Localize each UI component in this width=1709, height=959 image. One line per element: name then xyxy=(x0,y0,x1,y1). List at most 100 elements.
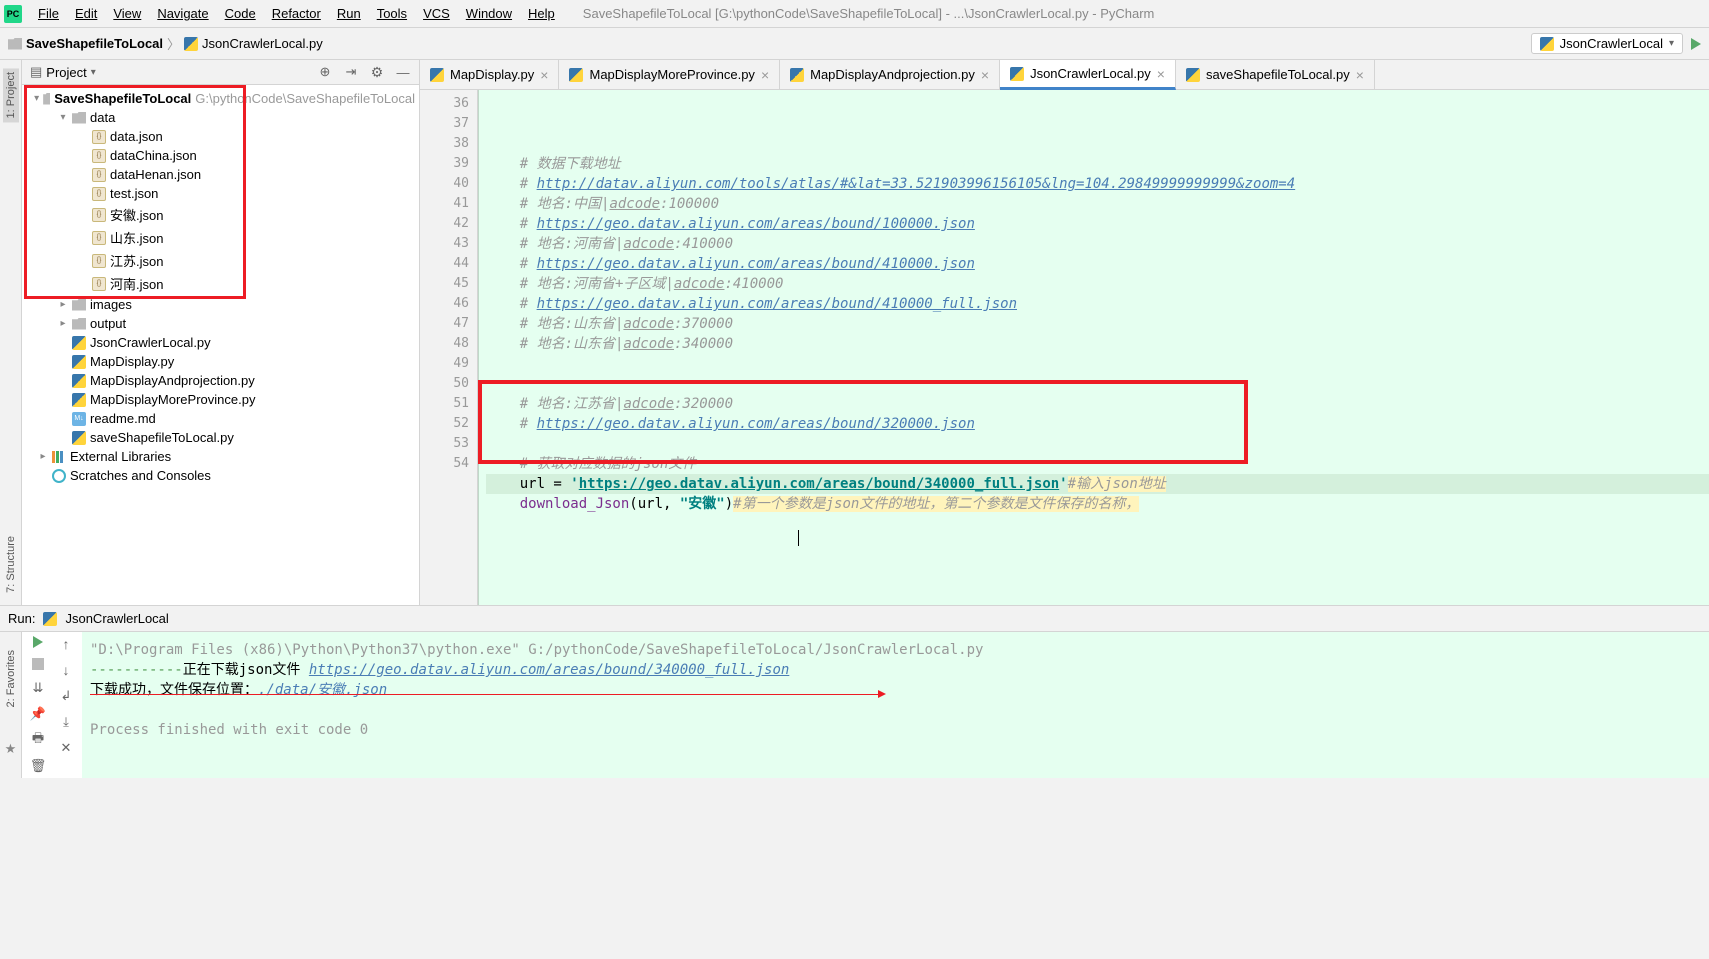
menu-file[interactable]: File xyxy=(30,2,67,25)
menu-edit[interactable]: Edit xyxy=(67,2,105,25)
arrow-down-icon[interactable]: ↓ xyxy=(63,662,70,678)
layout-icon[interactable]: ⇊ xyxy=(30,680,46,696)
code-line[interactable]: download_Json(url, "安徽")#第一个参数是json文件的地址… xyxy=(486,494,1709,514)
tree-item[interactable]: {}test.json xyxy=(22,184,419,203)
tree-item[interactable]: ▾data xyxy=(22,108,419,127)
run-output[interactable]: "D:\Program Files (x86)\Python\Python37\… xyxy=(82,632,1709,778)
menu-help[interactable]: Help xyxy=(520,2,563,25)
code-line[interactable]: # 地名:河南省+子区域|adcode:410000 xyxy=(486,274,1709,294)
editor-tab[interactable]: JsonCrawlerLocal.py× xyxy=(1000,60,1176,90)
arrow-up-icon[interactable]: ↑ xyxy=(63,636,70,652)
code-line[interactable]: # https://geo.datav.aliyun.com/areas/bou… xyxy=(486,414,1709,434)
code-line[interactable]: url = 'https://geo.datav.aliyun.com/area… xyxy=(486,474,1709,494)
code-line[interactable]: # 获取对应数据的json文件 xyxy=(486,454,1709,474)
code-line[interactable] xyxy=(486,514,1709,534)
window-title: SaveShapefileToLocal [G:\pythonCode\Save… xyxy=(583,6,1155,21)
code-line[interactable]: # 地名:中国|adcode:100000 xyxy=(486,194,1709,214)
editor-tab[interactable]: MapDisplay.py× xyxy=(420,60,559,89)
pin-icon[interactable]: 📌 xyxy=(30,706,46,722)
menu-code[interactable]: Code xyxy=(217,2,264,25)
chevron-right-icon[interactable]: ▸ xyxy=(58,299,68,310)
tree-item[interactable]: ▸images xyxy=(22,295,419,314)
menu-view[interactable]: View xyxy=(105,2,149,25)
project-title[interactable]: ▤ Project ▾ xyxy=(30,64,96,80)
tree-item[interactable]: MapDisplay.py xyxy=(22,352,419,371)
close-icon[interactable]: × xyxy=(761,67,769,83)
code-line[interactable]: # http://datav.aliyun.com/tools/atlas/#&… xyxy=(486,174,1709,194)
tree-scratches[interactable]: Scratches and Consoles xyxy=(22,466,419,485)
breadcrumb-project[interactable]: SaveShapefileToLocal xyxy=(8,36,163,51)
sidebar-tab-structure[interactable]: 7: Structure xyxy=(3,532,19,597)
tree-item[interactable]: MapDisplayMoreProvince.py xyxy=(22,390,419,409)
sidebar-tab-project[interactable]: 1: Project xyxy=(3,68,19,122)
tree-item[interactable]: M↓readme.md xyxy=(22,409,419,428)
tree-item[interactable]: {}河南.json xyxy=(22,272,419,295)
editor-tab[interactable]: MapDisplayMoreProvince.py× xyxy=(559,60,780,89)
output-success: 下载成功，文件保存位置： xyxy=(90,682,258,698)
tree-item[interactable]: JsonCrawlerLocal.py xyxy=(22,333,419,352)
play-icon[interactable] xyxy=(1691,38,1701,50)
chevron-right-icon[interactable]: ▸ xyxy=(58,318,68,329)
stop-icon[interactable] xyxy=(32,658,44,670)
menu-run[interactable]: Run xyxy=(329,2,369,25)
code-editor[interactable]: 36373839404142434445464748495051525354 #… xyxy=(420,90,1709,605)
tree-item[interactable]: {}山东.json xyxy=(22,226,419,249)
code-line[interactable]: # 地名:河南省|adcode:410000 xyxy=(486,234,1709,254)
close-icon[interactable]: × xyxy=(1157,66,1165,82)
close-icon[interactable]: × xyxy=(1356,67,1364,83)
code-line[interactable] xyxy=(486,434,1709,454)
close-icon[interactable]: × xyxy=(540,67,548,83)
print-icon[interactable]: 🖶 xyxy=(30,732,46,748)
scroll-icon[interactable]: ⤓ xyxy=(58,714,74,730)
tree-root[interactable]: ▾ SaveShapefileToLocal G:\pythonCode\Sav… xyxy=(22,89,419,108)
collapse-icon[interactable]: ⇥ xyxy=(343,64,359,80)
python-icon xyxy=(43,612,57,626)
close-icon[interactable]: × xyxy=(981,67,989,83)
editor-tab[interactable]: MapDisplayAndprojection.py× xyxy=(780,60,1000,89)
json-icon: {} xyxy=(92,149,106,163)
tree-item[interactable]: ▸output xyxy=(22,314,419,333)
code-line[interactable]: # https://geo.datav.aliyun.com/areas/bou… xyxy=(486,214,1709,234)
chevron-right-icon[interactable]: ▸ xyxy=(38,451,48,462)
code-line[interactable] xyxy=(486,354,1709,374)
softwrap-icon[interactable]: ↲ xyxy=(58,688,74,704)
tree-item[interactable]: {}江苏.json xyxy=(22,249,419,272)
tree-item[interactable]: MapDisplayAndprojection.py xyxy=(22,371,419,390)
code-line[interactable] xyxy=(486,374,1709,394)
json-icon: {} xyxy=(92,208,106,222)
close-panel-icon[interactable]: ✕ xyxy=(58,740,74,756)
chevron-down-icon[interactable]: ▾ xyxy=(34,93,39,104)
menu-refactor[interactable]: Refactor xyxy=(264,2,329,25)
menu-tools[interactable]: Tools xyxy=(369,2,415,25)
breadcrumb-file[interactable]: JsonCrawlerLocal.py xyxy=(184,36,323,51)
run-config-dropdown[interactable]: JsonCrawlerLocal ▾ xyxy=(1531,33,1683,54)
trash-icon[interactable]: 🗑 xyxy=(30,758,46,774)
python-icon xyxy=(430,68,444,82)
editor-tab[interactable]: saveShapefileToLocal.py× xyxy=(1176,60,1375,89)
tree-external-libs[interactable]: ▸ External Libraries xyxy=(22,447,419,466)
tree-item[interactable]: {}安徽.json xyxy=(22,203,419,226)
menu-window[interactable]: Window xyxy=(458,2,520,25)
tree-item-label: dataChina.json xyxy=(110,148,197,163)
tree-item[interactable]: saveShapefileToLocal.py xyxy=(22,428,419,447)
tree-item[interactable]: {}dataHenan.json xyxy=(22,165,419,184)
tree-item[interactable]: {} dataChina.json xyxy=(22,146,419,165)
tree-item[interactable]: {}data.json xyxy=(22,127,419,146)
tree-root-name: SaveShapefileToLocal xyxy=(54,91,191,106)
rerun-icon[interactable] xyxy=(33,636,43,648)
folder-icon xyxy=(72,318,86,330)
gear-icon[interactable] xyxy=(369,64,385,80)
code-line[interactable]: # 数据下载地址 xyxy=(486,154,1709,174)
code-content[interactable]: # 数据下载地址 # http://datav.aliyun.com/tools… xyxy=(478,90,1709,605)
hide-icon[interactable]: — xyxy=(395,64,411,80)
code-line[interactable]: # https://geo.datav.aliyun.com/areas/bou… xyxy=(486,294,1709,314)
locate-icon[interactable]: ⊕ xyxy=(317,64,333,80)
code-line[interactable]: # 地名:山东省|adcode:340000 xyxy=(486,334,1709,354)
menu-navigate[interactable]: Navigate xyxy=(149,2,216,25)
sidebar-tab-favorites[interactable]: 2: Favorites xyxy=(3,646,19,711)
code-line[interactable]: # 地名:江苏省|adcode:320000 xyxy=(486,394,1709,414)
code-line[interactable]: # 地名:山东省|adcode:370000 xyxy=(486,314,1709,334)
menu-vcs[interactable]: VCS xyxy=(415,2,458,25)
code-line[interactable]: # https://geo.datav.aliyun.com/areas/bou… xyxy=(486,254,1709,274)
chevron-down-icon[interactable]: ▾ xyxy=(58,112,68,123)
